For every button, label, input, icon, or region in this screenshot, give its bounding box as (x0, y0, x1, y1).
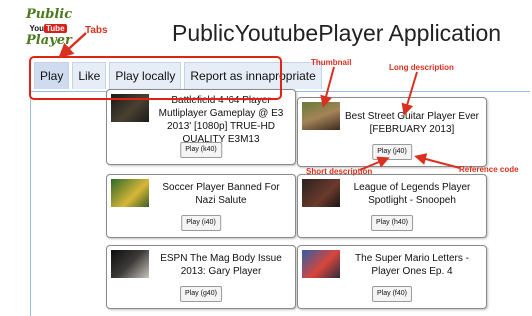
video-thumbnail (111, 250, 149, 278)
video-long-description: The Super Mario Letters - Player Ones Ep… (355, 253, 469, 277)
video-card: ESPN The Mag Body Issue 2013: Gary Playe… (106, 245, 296, 309)
video-card: Soccer Player Banned For Nazi Salute Pla… (106, 174, 296, 238)
video-long-description: Soccer Player Banned For Nazi Salute (162, 182, 280, 206)
video-card: League of Legends Player Spotlight - Sno… (297, 174, 487, 238)
video-long-description: League of Legends Player Spotlight - Sno… (353, 182, 471, 206)
long-description-annotation: Long description (389, 63, 454, 72)
play-button[interactable]: Play (k40) (180, 142, 222, 158)
play-button[interactable]: Play (f40) (372, 286, 412, 302)
video-card: Best Street Guitar Player Ever [FEBRUARY… (297, 97, 487, 167)
thumbnail-annotation: Thumbnail (311, 58, 352, 67)
play-button[interactable]: Play (g40) (180, 286, 222, 302)
reference-code-annotation: Reference code (459, 165, 519, 174)
youtube-logo-icon: You Tube (29, 24, 67, 33)
tabs-annotation: Tabs (85, 25, 108, 36)
video-thumbnail (111, 179, 149, 207)
video-thumbnail (302, 250, 340, 278)
video-thumbnail (302, 179, 340, 207)
app-logo: Public You Tube Player (26, 7, 73, 48)
play-button[interactable]: Play (h40) (371, 215, 413, 231)
play-button[interactable]: Play (i40) (181, 215, 221, 231)
tabs-highlight-box (29, 56, 282, 100)
video-long-description: ESPN The Mag Body Issue 2013: Gary Playe… (160, 253, 282, 277)
video-long-description: Battlefield 4 '64 Player Mutliplayer Gam… (158, 95, 284, 145)
video-long-description: Best Street Guitar Player Ever [FEBRUARY… (345, 111, 479, 135)
video-card: The Super Mario Letters - Player Ones Ep… (297, 245, 487, 309)
video-card: Battlefield 4 '64 Player Mutliplayer Gam… (106, 89, 296, 165)
video-thumbnail (302, 102, 340, 130)
short-description-annotation: Short description (306, 167, 373, 176)
play-button[interactable]: Play (j40) (372, 144, 412, 160)
app-title: PublicYoutubePlayer Application (172, 20, 502, 46)
logo-text-top: Public (26, 7, 73, 22)
logo-text-bottom: Player (26, 33, 72, 48)
